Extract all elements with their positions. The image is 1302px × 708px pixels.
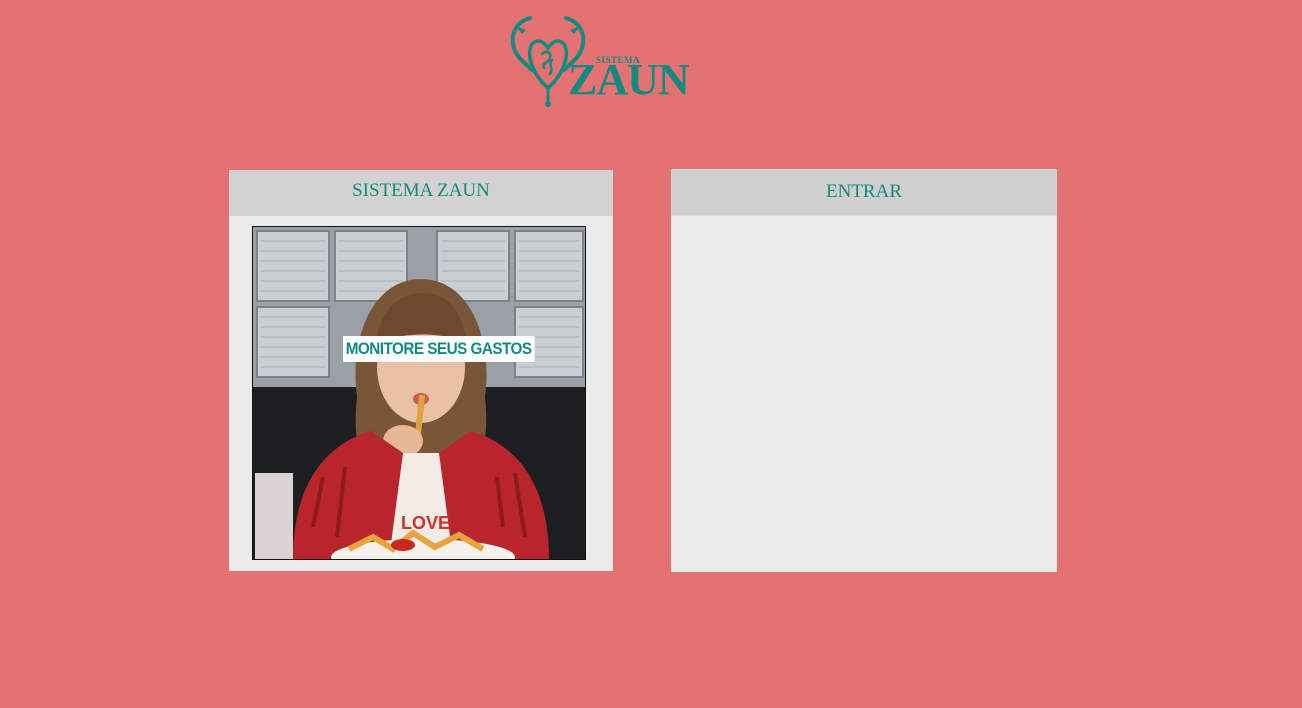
info-panel-title: SISTEMA ZAUN [229, 170, 613, 216]
logo: SISTEMA ZAUN [508, 14, 698, 108]
promo-slogan: MONITORE SEUS GASTOS [343, 336, 535, 362]
login-panel-title: ENTRAR [671, 169, 1057, 216]
logo-big-text: ZAUN [568, 55, 690, 104]
info-panel: SISTEMA ZAUN LOVE MONITORE SEUS GASTOS [229, 170, 613, 571]
promo-photo-illustration: LOVE [253, 227, 585, 559]
promo-image: LOVE MONITORE SEUS GASTOS [252, 226, 586, 560]
login-panel: ENTRAR [671, 169, 1057, 572]
svg-text:LOVE: LOVE [401, 513, 450, 533]
